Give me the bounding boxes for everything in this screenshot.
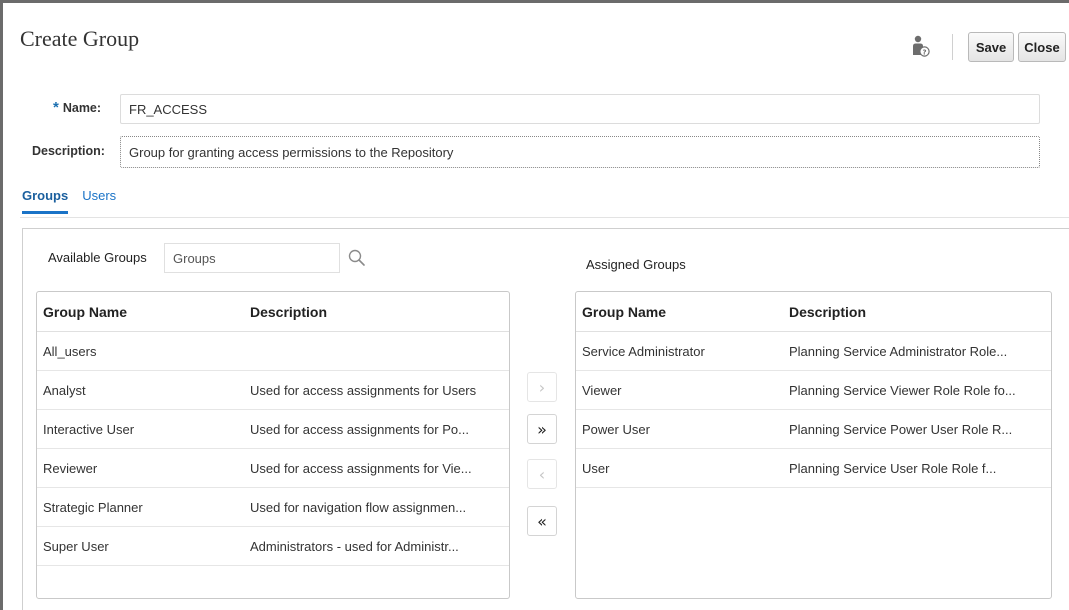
available-groups-label: Available Groups — [48, 250, 147, 265]
group-name-cell: User — [582, 460, 610, 476]
description-cell: Used for navigation flow assignmen... — [250, 499, 467, 515]
remove-all-button[interactable]: « — [527, 506, 557, 536]
move-all-button[interactable]: » — [527, 414, 557, 444]
table-row[interactable]: Reviewer Used for access assignments for… — [37, 449, 509, 488]
search-icon[interactable] — [347, 248, 367, 268]
group-name-cell: Service Administrator — [582, 343, 705, 359]
table-row[interactable]: Super User Administrators - used for Adm… — [37, 527, 509, 566]
description-cell: Used for access assignments for Po... — [250, 421, 469, 437]
table-header: Group Name Description — [37, 292, 509, 332]
table-row[interactable]: All_users — [37, 332, 509, 371]
tab-groups[interactable]: Groups — [22, 188, 69, 214]
table-row[interactable]: Analyst Used for access assignments for … — [37, 371, 509, 410]
group-name-cell: Interactive User — [43, 421, 135, 437]
name-label-wrap: * Name: — [53, 99, 101, 116]
description-label: Description: — [32, 144, 105, 158]
toolbar-separator — [952, 34, 953, 60]
page-title: Create Group — [20, 26, 140, 51]
tab-bar: Groups Users — [22, 188, 116, 214]
group-name-cell: Analyst — [43, 382, 86, 398]
required-marker: * — [53, 99, 59, 116]
group-name-cell: Reviewer — [43, 460, 98, 476]
assigned-groups-label: Assigned Groups — [586, 257, 686, 272]
name-label: Name: — [62, 101, 102, 115]
close-button-label: Close — [1024, 39, 1060, 55]
group-name-cell: All_users — [43, 343, 97, 359]
description-cell: Used for access assignments for Vie... — [250, 460, 472, 476]
table-row[interactable]: Strategic Planner Used for navigation fl… — [37, 488, 509, 527]
table-row[interactable]: Service Administrator Planning Service A… — [576, 332, 1051, 371]
remove-selected-button[interactable]: ‹ — [527, 459, 557, 489]
column-header-group-name[interactable]: Group Name — [576, 304, 789, 320]
group-name-cell: Super User — [43, 538, 109, 554]
table-row[interactable]: User Planning Service User Role Role f..… — [576, 449, 1051, 488]
svg-text:?: ? — [922, 48, 926, 56]
description-cell: Planning Service Power User Role R... — [789, 421, 1013, 437]
save-button-label: Save — [975, 39, 1007, 55]
close-button[interactable]: Close — [1018, 32, 1066, 62]
description-cell: Planning Service User Role Role f... — [789, 460, 997, 476]
table-row[interactable]: Interactive User Used for access assignm… — [37, 410, 509, 449]
assigned-groups-table: Group Name Description Service Administr… — [575, 291, 1052, 599]
move-selected-button[interactable]: › — [527, 372, 557, 402]
group-name-cell: Strategic Planner — [43, 499, 143, 515]
description-cell: Planning Service Viewer Role Role fo... — [789, 382, 1016, 398]
description-field[interactable]: Group for granting access permissions to… — [120, 136, 1040, 168]
table-header: Group Name Description — [576, 292, 1051, 332]
column-header-description[interactable]: Description — [250, 304, 509, 320]
table-row[interactable]: Power User Planning Service Power User R… — [576, 410, 1051, 449]
user-help-icon[interactable]: ? — [910, 34, 930, 58]
group-name-cell: Viewer — [582, 382, 622, 398]
group-name-cell: Power User — [582, 421, 650, 437]
column-header-description[interactable]: Description — [789, 304, 1051, 320]
tab-users[interactable]: Users — [82, 188, 116, 214]
tab-divider — [20, 217, 1069, 218]
save-button[interactable]: Save — [968, 32, 1014, 62]
description-cell: Planning Service Administrator Role... — [789, 343, 1008, 359]
available-groups-table: Group Name Description All_users Analyst… — [36, 291, 510, 599]
description-cell: Used for access assignments for Users — [250, 382, 477, 398]
table-row[interactable]: Viewer Planning Service Viewer Role Role… — [576, 371, 1051, 410]
groups-search-input[interactable]: Groups — [164, 243, 340, 273]
description-cell: Administrators - used for Administr... — [250, 538, 459, 554]
name-field[interactable]: FR_ACCESS — [120, 94, 1040, 124]
column-header-group-name[interactable]: Group Name — [37, 304, 250, 320]
